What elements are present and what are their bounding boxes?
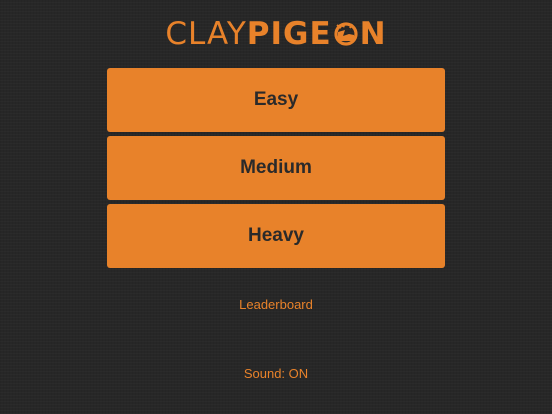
difficulty-menu: Easy Medium Heavy — [107, 68, 445, 272]
logo-text-light: CLAY — [165, 16, 247, 52]
medium-button[interactable]: Medium — [107, 136, 445, 200]
game-menu-screen: CLAYPIGE N Easy Medium Heavy Leaderboard… — [0, 0, 552, 414]
logo-text-bold-end: N — [359, 16, 387, 52]
sound-toggle[interactable]: Sound: ON — [244, 366, 308, 381]
logo-text-bold: PIGE — [246, 16, 332, 52]
leaderboard-row: Leaderboard — [0, 297, 552, 312]
leaderboard-link[interactable]: Leaderboard — [239, 297, 313, 312]
heavy-button[interactable]: Heavy — [107, 204, 445, 268]
easy-button[interactable]: Easy — [107, 68, 445, 132]
sound-row: Sound: ON — [0, 366, 552, 381]
clay-pigeon-o-icon — [333, 17, 359, 46]
game-logo: CLAYPIGE N — [0, 14, 552, 53]
